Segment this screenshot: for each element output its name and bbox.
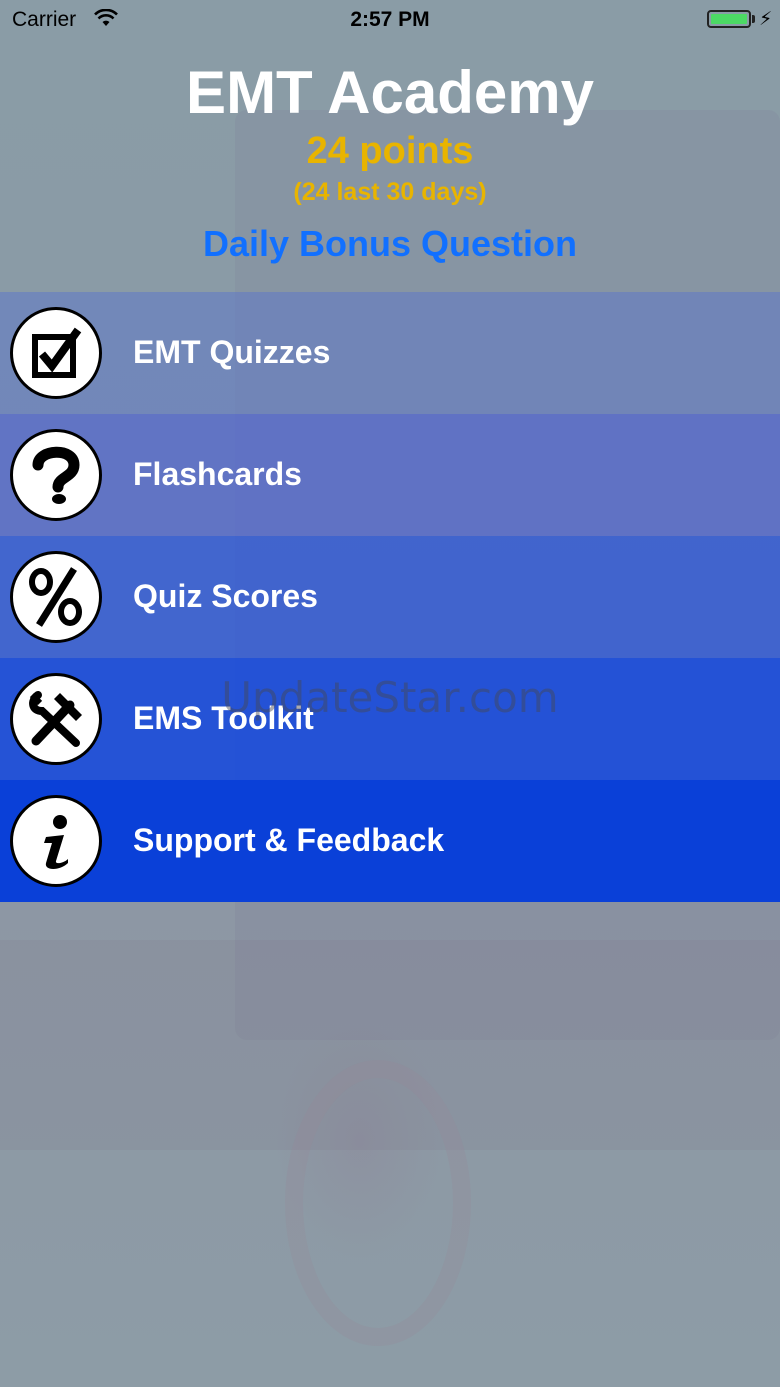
menu-item-label: Quiz Scores [133, 578, 318, 614]
info-icon [10, 795, 102, 887]
points-last-30-days: (24 last 30 days) [293, 178, 487, 206]
menu-item-emt-quizzes[interactable]: EMT Quizzes [0, 292, 780, 414]
background-wheel [285, 1060, 471, 1346]
menu-item-label: EMT Quizzes [133, 334, 331, 370]
watermark-text: UpdateStar.com [221, 673, 559, 722]
menu-item-flashcards[interactable]: Flashcards [0, 414, 780, 536]
battery-icon [707, 10, 751, 28]
battery-tip [752, 15, 755, 23]
points-total: 24 points [306, 130, 474, 172]
charging-icon: ⚡ [759, 9, 773, 30]
checkbox-icon [10, 307, 102, 399]
menu-item-quiz-scores[interactable]: Quiz Scores [0, 536, 780, 658]
percent-icon [10, 551, 102, 643]
question-mark-icon [10, 429, 102, 521]
menu-item-label: Flashcards [133, 456, 302, 492]
app-title: EMT Academy [186, 59, 594, 126]
status-bar: Carrier 2:57 PM ⚡ [0, 0, 780, 40]
main-menu: EMT Quizzes Flashcards Quiz Scores EMS T… [0, 292, 780, 902]
menu-item-label: Support & Feedback [133, 822, 445, 858]
status-time: 2:57 PM [350, 8, 430, 31]
daily-bonus-link[interactable]: Daily Bonus Question [0, 223, 780, 265]
menu-item-support-feedback[interactable]: Support & Feedback [0, 780, 780, 902]
